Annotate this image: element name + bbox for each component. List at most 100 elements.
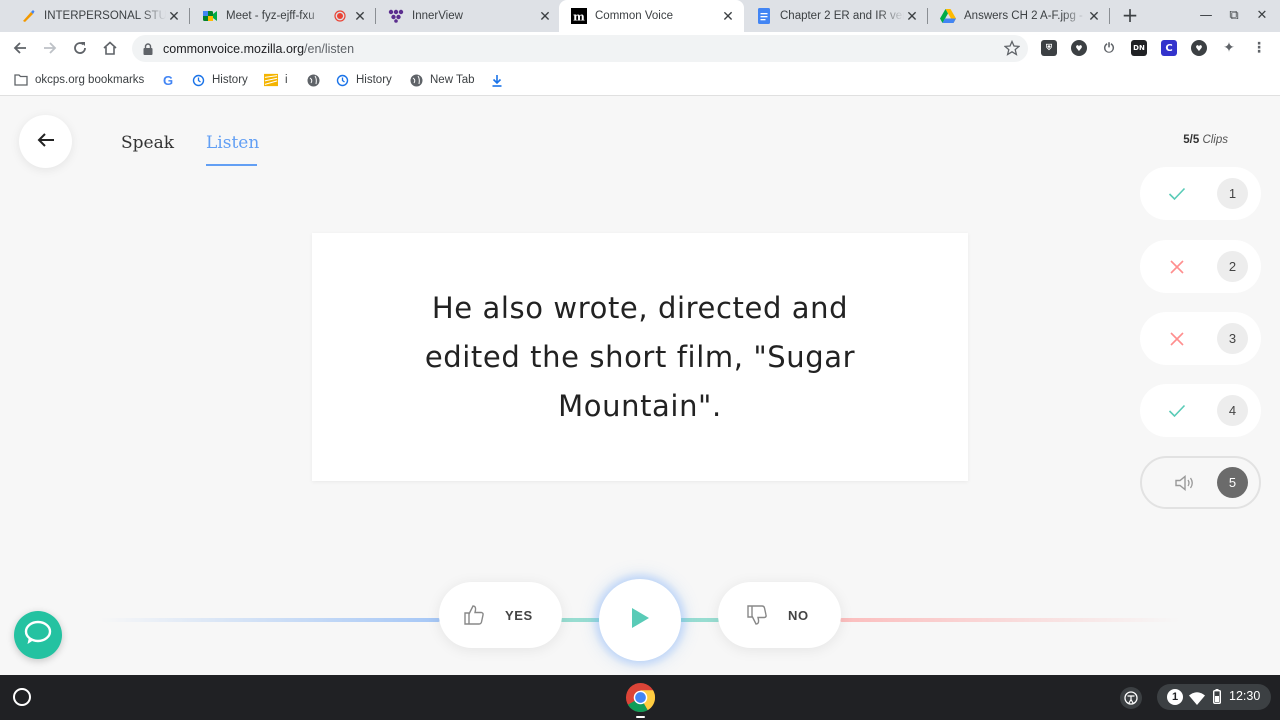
clip-pill-2[interactable]: 2: [1140, 240, 1261, 293]
cross-icon: [1168, 330, 1186, 348]
extension-heart-icon[interactable]: ♥: [1071, 40, 1087, 56]
clip-number: 4: [1217, 395, 1248, 426]
cross-icon: [1168, 258, 1186, 276]
star-icon[interactable]: [1003, 39, 1021, 56]
bookmark-history-2[interactable]: History: [335, 72, 392, 88]
extension-dn-icon[interactable]: DN: [1131, 40, 1147, 56]
chat-button[interactable]: [14, 611, 62, 659]
clip-number: 5: [1217, 467, 1248, 498]
docs-icon: [756, 8, 772, 24]
google-icon: G: [162, 72, 174, 88]
os-taskbar: 1 12:30: [0, 675, 1280, 720]
download-icon: [490, 73, 504, 87]
tab-common-voice[interactable]: m Common Voice ✕: [559, 0, 744, 32]
clip-number: 1: [1217, 178, 1248, 209]
close-icon[interactable]: ✕: [166, 8, 182, 24]
clip-number: 2: [1217, 251, 1248, 282]
clock: 12:30: [1229, 689, 1261, 703]
running-indicator: [636, 716, 645, 718]
thumbs-down-icon: [746, 604, 768, 626]
browser-tab-strip: INTERPERSONAL STUDIES ✕ Meet - fyz-ejff-…: [0, 0, 1280, 32]
restore-icon[interactable]: ⧉: [1224, 6, 1244, 26]
bookmark-i[interactable]: i: [264, 72, 288, 88]
play-button[interactable]: [599, 579, 681, 661]
lock-icon[interactable]: [142, 42, 154, 55]
thumbs-up-icon: [463, 604, 485, 626]
clip-pill-3[interactable]: 3: [1140, 312, 1261, 365]
sentence-card: He also wrote, directed and edited the s…: [312, 233, 968, 481]
tab-answers-drive[interactable]: Answers CH 2 A-F.jpg - Google Drive ✕: [928, 0, 1110, 32]
bookmark-google[interactable]: G: [161, 72, 182, 88]
accessibility-icon[interactable]: [1120, 687, 1142, 709]
play-icon: [630, 607, 650, 633]
tab-speak[interactable]: Speak: [121, 133, 174, 153]
puzzle-icon[interactable]: ✦: [1221, 40, 1237, 56]
close-icon[interactable]: ✕: [720, 8, 736, 24]
lines-icon: [264, 73, 278, 87]
tab-chapter-2[interactable]: Chapter 2 ER and IR vertices ✕: [744, 0, 928, 32]
extension-c-icon[interactable]: C: [1161, 40, 1177, 56]
close-window-icon[interactable]: ✕: [1252, 6, 1272, 26]
check-icon: [1168, 185, 1186, 203]
listen-page: Speak Listen 5/5 Clips 1 2 3 4 5 He also…: [0, 97, 1280, 675]
sentence-text: He also wrote, directed and edited the s…: [424, 290, 856, 423]
home-icon[interactable]: [98, 36, 122, 60]
clip-pill-5[interactable]: 5: [1140, 456, 1261, 509]
extension-shield-icon[interactable]: ⛨: [1041, 40, 1057, 56]
waveform-left: [100, 618, 440, 622]
forward-arrow-icon[interactable]: [38, 36, 62, 60]
back-arrow-icon[interactable]: [8, 36, 32, 60]
bookmarks-bar: okcps.org bookmarks G History i History …: [0, 64, 1280, 96]
yes-button[interactable]: YES: [439, 582, 562, 648]
bookmark-download[interactable]: [490, 72, 511, 88]
tab-meet[interactable]: Meet - fyz-ejff-fxu ✕: [190, 0, 376, 32]
back-button[interactable]: [19, 115, 72, 168]
notification-badge: 1: [1167, 689, 1183, 705]
waveform-right: [840, 618, 1180, 622]
reload-icon[interactable]: [68, 36, 92, 60]
innerview-icon: [388, 8, 404, 24]
new-tab-button[interactable]: +: [1118, 4, 1142, 28]
address-bar[interactable]: commonvoice.mozilla.org/en/listen: [132, 35, 1028, 62]
status-tray[interactable]: 1 12:30: [1157, 684, 1271, 710]
battery-icon: [1212, 689, 1221, 708]
chat-bubble-icon: [24, 620, 52, 650]
globe-icon: [306, 73, 320, 87]
folder-icon: [14, 73, 28, 87]
bookmark-okcps[interactable]: okcps.org bookmarks: [14, 72, 144, 88]
close-icon[interactable]: ✕: [352, 8, 368, 24]
wifi-icon: [1189, 690, 1205, 709]
minimize-icon[interactable]: —: [1196, 6, 1216, 26]
extension-heart-2-icon[interactable]: ♥: [1191, 40, 1207, 56]
close-icon[interactable]: ✕: [1086, 8, 1102, 24]
bookmark-globe[interactable]: [306, 72, 327, 88]
arrow-left-icon: [37, 132, 55, 152]
chrome-icon[interactable]: [625, 682, 656, 713]
menu-dots-icon[interactable]: ⋮: [1251, 40, 1267, 56]
globe-icon: [409, 73, 423, 87]
drive-icon: [940, 8, 956, 24]
tab-interpersonal-studies[interactable]: INTERPERSONAL STUDIES ✕: [8, 0, 190, 32]
recording-icon: [332, 8, 348, 24]
no-button[interactable]: NO: [718, 582, 841, 648]
close-icon[interactable]: ✕: [537, 8, 553, 24]
clip-pill-1[interactable]: 1: [1140, 167, 1261, 220]
svg-text:m: m: [573, 11, 585, 24]
url-text: commonvoice.mozilla.org/en/listen: [163, 41, 355, 56]
browser-toolbar: commonvoice.mozilla.org/en/listen ⛨ ♥ ⏻ …: [0, 32, 1280, 64]
history-icon: [335, 73, 349, 87]
bookmark-new-tab[interactable]: New Tab: [409, 72, 475, 88]
launcher-icon[interactable]: [13, 688, 31, 706]
clip-pill-4[interactable]: 4: [1140, 384, 1261, 437]
clips-counter: 5/5 Clips: [1183, 134, 1228, 146]
close-icon[interactable]: ✕: [904, 8, 920, 24]
tab-listen[interactable]: Listen: [206, 133, 259, 153]
tab-listen-underline: [206, 164, 257, 166]
bookmark-history-1[interactable]: History: [191, 72, 248, 88]
power-icon[interactable]: ⏻: [1101, 40, 1117, 56]
meet-icon: [202, 8, 218, 24]
check-icon: [1168, 402, 1186, 420]
mozilla-icon: m: [571, 8, 587, 24]
tab-innerview[interactable]: InnerView ✕: [376, 0, 561, 32]
speaker-icon: [1174, 474, 1196, 492]
